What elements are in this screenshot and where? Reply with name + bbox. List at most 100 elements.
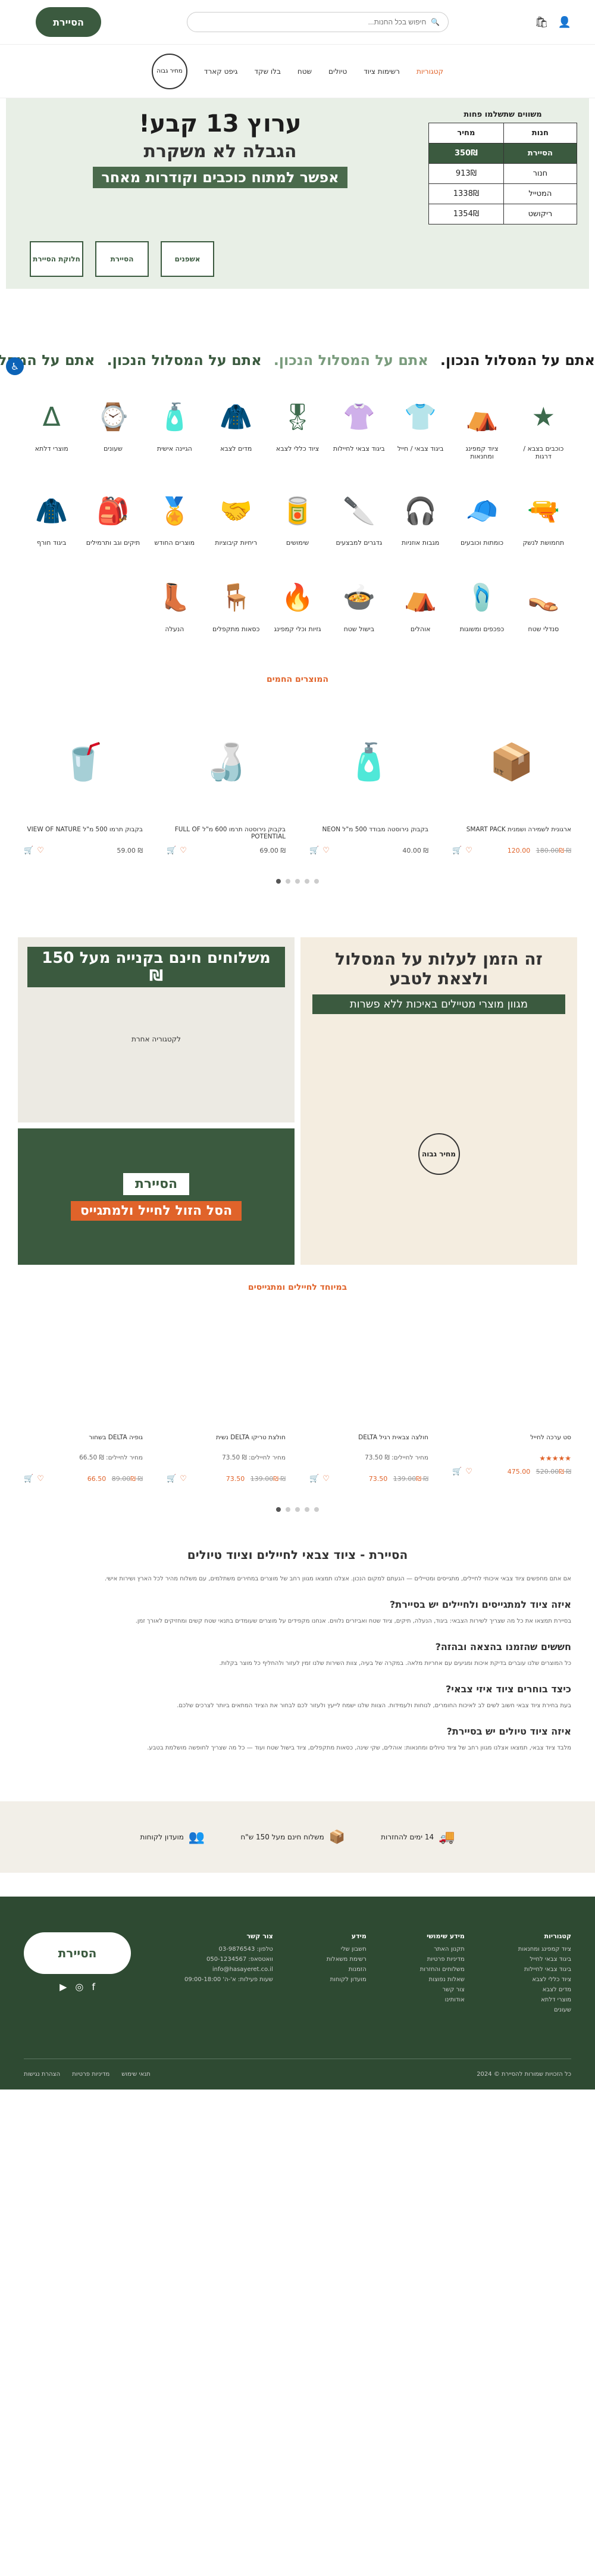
footer-link[interactable]: info@hasayeret.co.il bbox=[184, 1966, 273, 1973]
wishlist-icon[interactable]: ♡ bbox=[180, 846, 187, 855]
wishlist-icon[interactable]: ♡ bbox=[37, 1474, 44, 1483]
search-input[interactable] bbox=[196, 18, 427, 26]
feature-item[interactable]: 👥 מועדון לקוחות bbox=[140, 1830, 205, 1845]
product-image[interactable] bbox=[452, 1310, 571, 1429]
category-item[interactable]: 🍲 בישול שטח bbox=[331, 576, 387, 633]
cart-icon[interactable]: 🛒 bbox=[24, 1474, 33, 1483]
footer-link[interactable]: אודותינו bbox=[420, 1997, 465, 2003]
category-item[interactable]: 🎧 מגבות אוזניות bbox=[393, 490, 448, 547]
site-logo[interactable]: הסיירת bbox=[36, 7, 101, 37]
footer-link[interactable]: שאלות נפוצות bbox=[420, 1976, 465, 1983]
footer-logo[interactable]: הסיירת bbox=[24, 1932, 131, 1974]
banner-soldier[interactable]: הסיירת הסל הזול לחייל ולמתגייס bbox=[18, 1128, 295, 1265]
footer-link[interactable]: רשימת משאלות bbox=[327, 1956, 367, 1963]
product-image[interactable]: 🧴 bbox=[309, 702, 428, 821]
nav-item-2[interactable]: שטח bbox=[298, 67, 312, 76]
product-image[interactable]: 🥤 bbox=[24, 702, 143, 821]
category-item[interactable]: 🔫 תחמושת לנשק bbox=[516, 490, 571, 547]
product-name[interactable]: בקבוק נירוסטה מבודד 500 מ"ל NEON bbox=[309, 826, 428, 841]
footer-link[interactable]: שעונים bbox=[518, 2007, 571, 2013]
category-item[interactable]: 🤝 ריחיות קיבוציות bbox=[208, 490, 264, 547]
product-card[interactable]: 📦 ארגונית לשמירה ושמנית SMART PACK ₪ 180.0… bbox=[452, 702, 571, 856]
cart-icon[interactable]: 🛒 bbox=[309, 846, 319, 855]
product-name[interactable]: חולצת טריקו DELTA נשית bbox=[167, 1434, 286, 1449]
product-card[interactable]: 🥤 בקבוק תרמו 500 מ"ל VIEW OF NATURE ₪ 59.0… bbox=[24, 702, 143, 856]
footer-link[interactable]: ביגוד צבאי לחייל bbox=[518, 1956, 571, 1963]
instagram-icon[interactable]: ◎ bbox=[75, 1981, 83, 1992]
category-item[interactable]: Δ מוצרי דלתא bbox=[24, 396, 79, 460]
product-card[interactable]: חולצה צבאית רגיל DELTA מחיר לחיילים: ₪ 73… bbox=[309, 1310, 428, 1483]
product-name[interactable]: גופיה DELTA בשחור bbox=[24, 1434, 143, 1449]
category-item[interactable]: 🔥 גזיות וכלי קמפינג bbox=[270, 576, 325, 633]
cart-icon[interactable]: 🛒 bbox=[309, 1474, 319, 1483]
product-card[interactable]: סט ערכה לחייל ★★★★★ ₪ 520.00₪ 475.00 ♡ 🛒 bbox=[452, 1310, 571, 1483]
wishlist-icon[interactable]: ♡ bbox=[465, 1467, 472, 1476]
footer-link[interactable]: הזמנות bbox=[327, 1966, 367, 1973]
carousel-dots[interactable] bbox=[0, 879, 595, 884]
footer-link[interactable]: מועדון לקוחות bbox=[327, 1976, 367, 1983]
footer-link[interactable]: משלוחים והחזרות bbox=[420, 1966, 465, 1973]
footer-link[interactable]: מוצרי דלתא bbox=[518, 1997, 571, 2003]
category-item[interactable]: 👡 סנדלי שטח bbox=[516, 576, 571, 633]
wishlist-icon[interactable]: ♡ bbox=[37, 846, 44, 855]
category-item[interactable]: 🧥 ביגוד חורף bbox=[24, 490, 79, 547]
banner-shipping-cta[interactable]: לקטגוריה אחרת bbox=[27, 1035, 285, 1043]
product-card[interactable]: חולצת טריקו DELTA נשית מחיר לחיילים: ₪ 73… bbox=[167, 1310, 286, 1483]
category-item[interactable]: ⛺ ציוד קמפינג ומחנאות bbox=[454, 396, 509, 460]
product-name[interactable]: ארגונית לשמירה ושמנית SMART PACK bbox=[452, 826, 571, 841]
accessibility-icon[interactable]: ♿ bbox=[6, 357, 24, 375]
category-item[interactable]: 🧴 הגיינה אישית bbox=[147, 396, 202, 460]
wishlist-icon[interactable]: ♡ bbox=[322, 846, 330, 855]
policy-link[interactable]: מדיניות פרטיות bbox=[72, 2071, 109, 2078]
category-item[interactable]: ⛺ אוהלים bbox=[393, 576, 448, 633]
banner-travel[interactable]: זה הזמן לעלות על המסלול ולצאת לטבע מגוון… bbox=[300, 937, 577, 1265]
facebook-icon[interactable]: f bbox=[92, 1981, 95, 1992]
footer-link[interactable]: מדים לצבא bbox=[518, 1986, 571, 1993]
footer-link[interactable]: ציוד כללי לצבא bbox=[518, 1976, 571, 1983]
category-item[interactable]: 👚 ביגוד צבאי לחיילות bbox=[331, 396, 387, 460]
policy-link[interactable]: תנאי שימוש bbox=[121, 2071, 151, 2078]
wishlist-icon[interactable]: ♡ bbox=[180, 1474, 187, 1483]
product-image[interactable]: 📦 bbox=[452, 702, 571, 821]
youtube-icon[interactable]: ▶ bbox=[60, 1981, 67, 1992]
product-image[interactable] bbox=[309, 1310, 428, 1429]
category-item[interactable]: ★ כוכבים בצבא / דרגות bbox=[516, 396, 571, 461]
product-name[interactable]: בקבוק נירוסטה תרמו 600 מ"ל FULL OF POTEN… bbox=[167, 826, 286, 841]
wishlist-icon[interactable]: ♡ bbox=[322, 1474, 330, 1483]
hero-banner[interactable]: משווים שתשלמו פחות חנות מחיר הסיירת 350₪ … bbox=[6, 98, 589, 289]
product-card[interactable]: 🍶 בקבוק נירוסטה תרמו 600 מ"ל FULL OF POTE… bbox=[167, 702, 286, 856]
nav-categories[interactable]: קטגוריות bbox=[416, 67, 443, 76]
banner-shipping[interactable]: משלוחים חינם בקנייה מעל 150 ₪ לקטגוריה א… bbox=[18, 937, 295, 1122]
bag-icon[interactable]: 🛍 bbox=[535, 16, 549, 29]
product-card[interactable]: גופיה DELTA בשחור מחיר לחיילים: ₪ 66.50 ₪ … bbox=[24, 1310, 143, 1483]
category-item[interactable]: 🩴 כפכפים ומשוגות bbox=[454, 576, 509, 633]
footer-link[interactable]: חשבון שלי bbox=[327, 1946, 367, 1953]
category-item[interactable]: 🎖 ציוד כללי לצבא bbox=[270, 396, 325, 460]
cart-icon[interactable]: 🛒 bbox=[24, 846, 33, 855]
category-item[interactable]: 🧥 מדים לצבא bbox=[208, 396, 264, 460]
category-item[interactable]: 👢 הנעלה bbox=[147, 576, 202, 633]
product-name[interactable]: חולצה צבאית רגיל DELTA bbox=[309, 1434, 428, 1449]
footer-link[interactable]: תקנון האתר bbox=[420, 1946, 465, 1953]
search-icon[interactable]: 🔍 bbox=[431, 18, 440, 26]
user-icon[interactable]: 👤 bbox=[558, 16, 571, 29]
category-item[interactable]: 🧢 כומתות וכובעים bbox=[454, 490, 509, 547]
logo-badge[interactable]: הסיירת bbox=[36, 7, 101, 37]
cart-icon[interactable]: 🛒 bbox=[167, 1474, 176, 1483]
product-name[interactable]: בקבוק תרמו 500 מ"ל VIEW OF NATURE bbox=[24, 826, 143, 841]
category-item[interactable]: 🪑 כסאות מתקפלים bbox=[208, 576, 264, 633]
footer-link[interactable]: מדיניות פרטיות bbox=[420, 1956, 465, 1963]
category-item[interactable]: 🥫 שימושים bbox=[270, 490, 325, 547]
product-name[interactable]: סט ערכה לחייל bbox=[452, 1434, 571, 1449]
carousel-dots[interactable] bbox=[0, 1507, 595, 1512]
cart-icon[interactable]: 🛒 bbox=[167, 846, 176, 855]
category-item[interactable]: 🎒 תיקים וגב ותרמילים bbox=[85, 490, 140, 547]
category-item[interactable]: 🔪 גדגרים למבצעים bbox=[331, 490, 387, 547]
footer-link[interactable]: ציוד קמפינג ומחנאות bbox=[518, 1946, 571, 1953]
product-image[interactable]: 🍶 bbox=[167, 702, 286, 821]
cart-icon[interactable]: 🛒 bbox=[452, 1467, 462, 1476]
footer-link[interactable]: ביגוד צבאי לחיילות bbox=[518, 1966, 571, 1973]
nav-item-4[interactable]: גיפט קארד bbox=[204, 67, 238, 76]
policy-link[interactable]: הצהרת נגישות bbox=[24, 2071, 60, 2078]
footer-link[interactable]: צור קשר bbox=[420, 1986, 465, 1993]
